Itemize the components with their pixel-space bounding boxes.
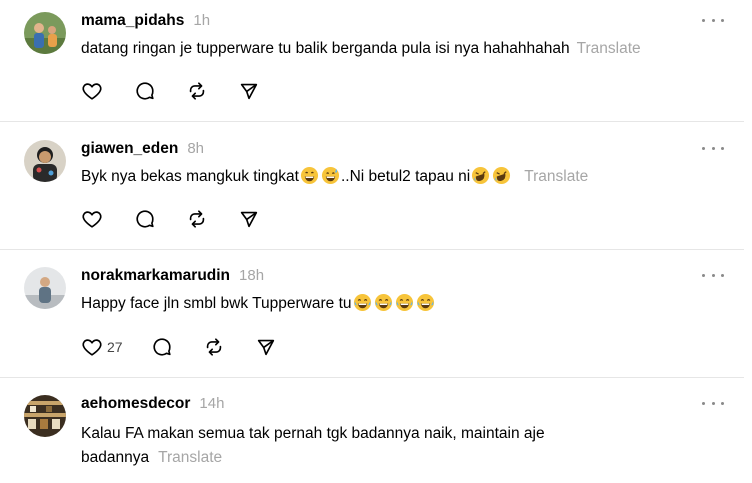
translate-link[interactable]: Translate xyxy=(158,449,222,466)
comment-icon xyxy=(136,82,154,100)
rofl-emoji-icon xyxy=(492,166,511,185)
reply-button[interactable] xyxy=(134,80,156,102)
tears-of-joy-emoji-icon xyxy=(416,293,435,312)
tears-of-joy-emoji-icon xyxy=(395,293,414,312)
avatar[interactable] xyxy=(24,267,66,309)
heart-icon xyxy=(82,83,102,100)
reply-button[interactable] xyxy=(134,208,156,230)
tears-of-joy-emoji-icon xyxy=(353,293,372,312)
more-icon[interactable] xyxy=(702,143,724,153)
heart-icon xyxy=(82,339,102,356)
share-button[interactable] xyxy=(255,336,277,358)
like-button[interactable] xyxy=(81,208,103,230)
avatar[interactable] xyxy=(24,12,66,54)
timestamp: 18h xyxy=(239,267,265,284)
like-button[interactable]: 27 xyxy=(81,336,123,358)
repost-button[interactable] xyxy=(186,80,208,102)
reply-button[interactable] xyxy=(151,336,173,358)
send-icon xyxy=(240,83,258,100)
share-button[interactable] xyxy=(238,208,260,230)
comment-meta: aehomesdecor 14h xyxy=(81,395,224,417)
action-bar: 27 xyxy=(81,334,277,360)
timestamp: 14h xyxy=(199,395,225,412)
share-button[interactable] xyxy=(238,80,260,102)
grinning-emoji-icon xyxy=(300,166,319,185)
comment-meta: mama_pidahs 1h xyxy=(81,12,210,34)
comment-icon xyxy=(153,338,171,356)
avatar[interactable] xyxy=(24,395,66,437)
like-count: 27 xyxy=(107,339,123,355)
more-icon[interactable] xyxy=(702,270,724,280)
repost-button[interactable] xyxy=(203,336,225,358)
comment-text: datang ringan je tupperware tu balik ber… xyxy=(81,37,721,61)
comment-text: Byk nya bekas mangkuk tingkat ..Ni betul2… xyxy=(81,165,721,189)
action-bar xyxy=(81,206,260,232)
timestamp: 8h xyxy=(187,140,205,157)
action-bar xyxy=(81,78,260,104)
timestamp: 1h xyxy=(193,12,211,29)
more-icon[interactable] xyxy=(702,398,724,408)
comments-feed: mama_pidahs 1h datang ringan je tupperwa… xyxy=(0,0,752,483)
heart-icon xyxy=(82,211,102,228)
comment-body: Byk nya bekas mangkuk tingkat xyxy=(81,168,299,185)
comment-body-continued: ..Ni betul2 tapau ni xyxy=(340,168,471,185)
comment-text: Happy face jln smbl bwk Tupperware tu xyxy=(81,292,721,316)
repost-icon xyxy=(189,210,205,228)
divider xyxy=(0,377,744,378)
comment-meta: giawen_eden 8h xyxy=(81,140,204,162)
comment-text: Kalau FA makan semua tak pernah tgk bada… xyxy=(81,422,621,470)
translate-link[interactable]: Translate xyxy=(524,168,588,185)
like-button[interactable] xyxy=(81,80,103,102)
sweat-smile-emoji-icon xyxy=(321,166,340,185)
username[interactable]: aehomesdecor xyxy=(81,395,190,413)
repost-icon xyxy=(189,82,205,100)
translate-link[interactable]: Translate xyxy=(577,40,641,57)
comment-body: datang ringan je tupperware tu balik ber… xyxy=(81,40,570,57)
comment-body: Happy face jln smbl bwk Tupperware tu xyxy=(81,295,352,312)
comment-body: Kalau FA makan semua tak pernah tgk bada… xyxy=(81,425,545,466)
send-icon xyxy=(257,339,274,356)
comment-meta: norakmarkamarudin 18h xyxy=(81,267,264,289)
comment-icon xyxy=(136,210,154,228)
divider xyxy=(0,249,744,250)
send-icon xyxy=(240,211,258,228)
avatar[interactable] xyxy=(24,140,66,182)
tears-of-joy-emoji-icon xyxy=(374,293,393,312)
username[interactable]: giawen_eden xyxy=(81,140,178,158)
username[interactable]: mama_pidahs xyxy=(81,12,184,30)
more-icon[interactable] xyxy=(702,15,724,25)
repost-icon xyxy=(206,338,221,356)
rofl-emoji-icon xyxy=(471,166,490,185)
divider xyxy=(0,121,744,122)
username[interactable]: norakmarkamarudin xyxy=(81,267,230,285)
repost-button[interactable] xyxy=(186,208,208,230)
